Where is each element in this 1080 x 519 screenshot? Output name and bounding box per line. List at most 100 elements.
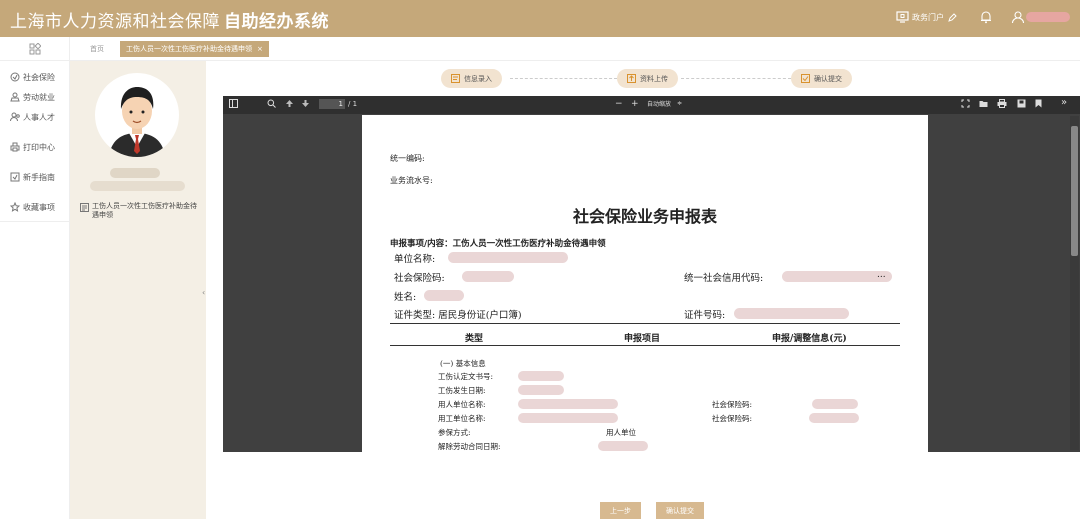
zoom-out-button[interactable]: −	[615, 99, 623, 109]
redacted-value	[598, 441, 648, 451]
username-redacted[interactable]	[1026, 12, 1070, 22]
tabs-bar: 首页 工伤人员一次性工伤医疗补助金待遇申领 ×	[70, 37, 1080, 61]
more-tools-icon[interactable]: »	[1061, 97, 1067, 108]
step-info-entry[interactable]: 信息录入	[441, 69, 502, 88]
tab-active[interactable]: 工伤人员一次性工伤医疗补助金待遇申领 ×	[120, 41, 269, 57]
chevron-down-icon: ≑	[677, 100, 683, 107]
redacted-value	[424, 290, 464, 301]
nav-label: 打印中心	[23, 142, 55, 152]
redacted-value	[518, 371, 564, 381]
pdf-scrollbar[interactable]	[1070, 116, 1079, 450]
step-label: 信息录入	[464, 74, 492, 83]
step-confirm[interactable]: 确认提交	[791, 69, 852, 88]
current-matter-label: 工伤人员一次性工伤医疗补助金待遇申领	[92, 202, 197, 219]
page-number-group: 1 / 1	[319, 99, 357, 109]
app-title: 上海市人力资源和社会保障 自助经办系统	[10, 7, 329, 32]
confirm-submit-button[interactable]: 确认提交	[656, 502, 704, 519]
edit-icon[interactable]	[944, 9, 960, 25]
step-progress: 信息录入 资料上传 确认提交	[206, 61, 1080, 95]
pdf-viewer: 1 / 1 − + 自动缩放 ≑ » 统一编码: 业务流水号: 社会保险业务申报…	[223, 96, 1080, 452]
avatar	[95, 73, 179, 157]
doc-unit-name-label: 单位名称:	[394, 254, 436, 265]
doc-row-label: 参保方式:	[438, 428, 471, 437]
bookmark-icon[interactable]	[1035, 99, 1042, 108]
nav-label: 新手指南	[23, 172, 55, 182]
prev-page-icon[interactable]	[285, 99, 294, 108]
prev-step-button[interactable]: 上一步	[600, 502, 641, 519]
nav-item-talent[interactable]: 人事人才	[0, 107, 69, 127]
redacted-value	[518, 385, 564, 395]
worker-icon	[10, 92, 20, 102]
doc-row-label: 工伤发生日期:	[438, 386, 486, 395]
profile-panel: 工伤人员一次性工伤医疗补助金待遇申领	[70, 61, 206, 519]
redacted-value	[812, 399, 858, 409]
doc-row-social-code-label: 社会保险码:	[712, 400, 753, 409]
search-icon[interactable]	[267, 99, 276, 108]
id-redacted	[90, 181, 185, 191]
printer-icon[interactable]	[997, 99, 1007, 108]
step-label: 资料上传	[640, 74, 668, 83]
pdf-page: 统一编码: 业务流水号: 社会保险业务申报表 申报事项/内容：工伤人员一次性工伤…	[362, 115, 928, 452]
sidebar-toggle-icon[interactable]	[229, 99, 238, 108]
step-upload[interactable]: 资料上传	[617, 69, 678, 88]
guide-icon	[10, 172, 20, 182]
redacted-value	[518, 413, 618, 423]
close-icon[interactable]: ×	[257, 45, 263, 53]
doc-credit-code-suffix: ...	[877, 270, 886, 280]
doc-id-number-label: 证件号码:	[684, 310, 726, 321]
nav-label: 社会保险	[23, 72, 55, 82]
main-content: 信息录入 资料上传 确认提交 1 / 1 − + 自动缩放 ≑ » 统一编码: …	[206, 61, 1080, 519]
collapse-handle[interactable]: ‹	[202, 288, 205, 297]
monitor-icon[interactable]	[894, 9, 910, 25]
redacted-value	[448, 252, 568, 263]
apps-grid-button[interactable]	[0, 37, 69, 61]
nav-item-employment[interactable]: 劳动就业	[0, 87, 69, 107]
nav-label: 人事人才	[23, 112, 55, 122]
doc-row-label: 用工单位名称:	[438, 414, 486, 423]
nav-item-print-center[interactable]: 打印中心	[0, 137, 69, 157]
user-icon[interactable]	[1010, 9, 1026, 25]
doc-social-code-label: 社会保险码:	[394, 273, 445, 284]
table-header-rule	[390, 345, 900, 346]
printer-icon	[10, 142, 20, 152]
check-icon	[801, 74, 810, 83]
doc-title: 社会保险业务申报表	[572, 207, 717, 226]
left-nav: 社会保险 劳动就业 人事人才 打印中心 新手指南 收藏事项	[0, 37, 70, 519]
upload-icon	[627, 74, 636, 83]
page-number-input[interactable]: 1	[319, 99, 345, 109]
step-label: 确认提交	[814, 74, 842, 83]
doc-credit-code-label: 统一社会信用代码:	[684, 273, 764, 284]
people-icon	[10, 112, 20, 122]
nav-item-guide[interactable]: 新手指南	[0, 167, 69, 187]
document-icon	[80, 203, 89, 212]
doc-insured-type-value: 用人单位	[606, 428, 636, 437]
doc-row-social-code-label: 社会保险码:	[712, 414, 753, 423]
table-header-type: 类型	[465, 334, 484, 344]
star-icon	[10, 202, 20, 212]
current-matter-item[interactable]: 工伤人员一次性工伤医疗补助金待遇申领	[80, 202, 200, 220]
redacted-value	[734, 308, 849, 319]
shield-icon	[10, 72, 20, 82]
zoom-in-button[interactable]: +	[631, 99, 639, 109]
nav-item-social-insurance[interactable]: 社会保险	[0, 67, 69, 87]
doc-name-label: 姓名:	[394, 292, 417, 303]
redacted-value	[809, 413, 859, 423]
presentation-icon[interactable]	[961, 99, 970, 108]
nav-item-favorites[interactable]: 收藏事项	[0, 197, 69, 217]
tab-home[interactable]: 首页	[90, 44, 104, 54]
doc-matter: 申报事项/内容：工伤人员一次性工伤医疗补助金待遇申领	[390, 239, 606, 249]
table-header-value: 申报/调整信息(元)	[772, 334, 847, 344]
doc-section-basic: (一) 基本信息	[440, 359, 486, 368]
download-icon[interactable]	[1017, 99, 1026, 108]
doc-row-label: 解除劳动合同日期:	[438, 442, 501, 451]
zoom-select[interactable]: 自动缩放 ≑	[647, 99, 682, 108]
doc-serial-label: 业务流水号:	[390, 176, 433, 185]
portal-link[interactable]: 政务门户	[912, 12, 944, 23]
form-icon	[451, 74, 460, 83]
bell-icon[interactable]	[978, 9, 994, 25]
doc-row-label: 工伤认定文书号:	[438, 372, 494, 381]
pdf-scroll-thumb[interactable]	[1071, 126, 1078, 256]
open-file-icon[interactable]	[979, 99, 988, 108]
next-page-icon[interactable]	[301, 99, 310, 108]
table-header-item: 申报项目	[624, 334, 661, 344]
